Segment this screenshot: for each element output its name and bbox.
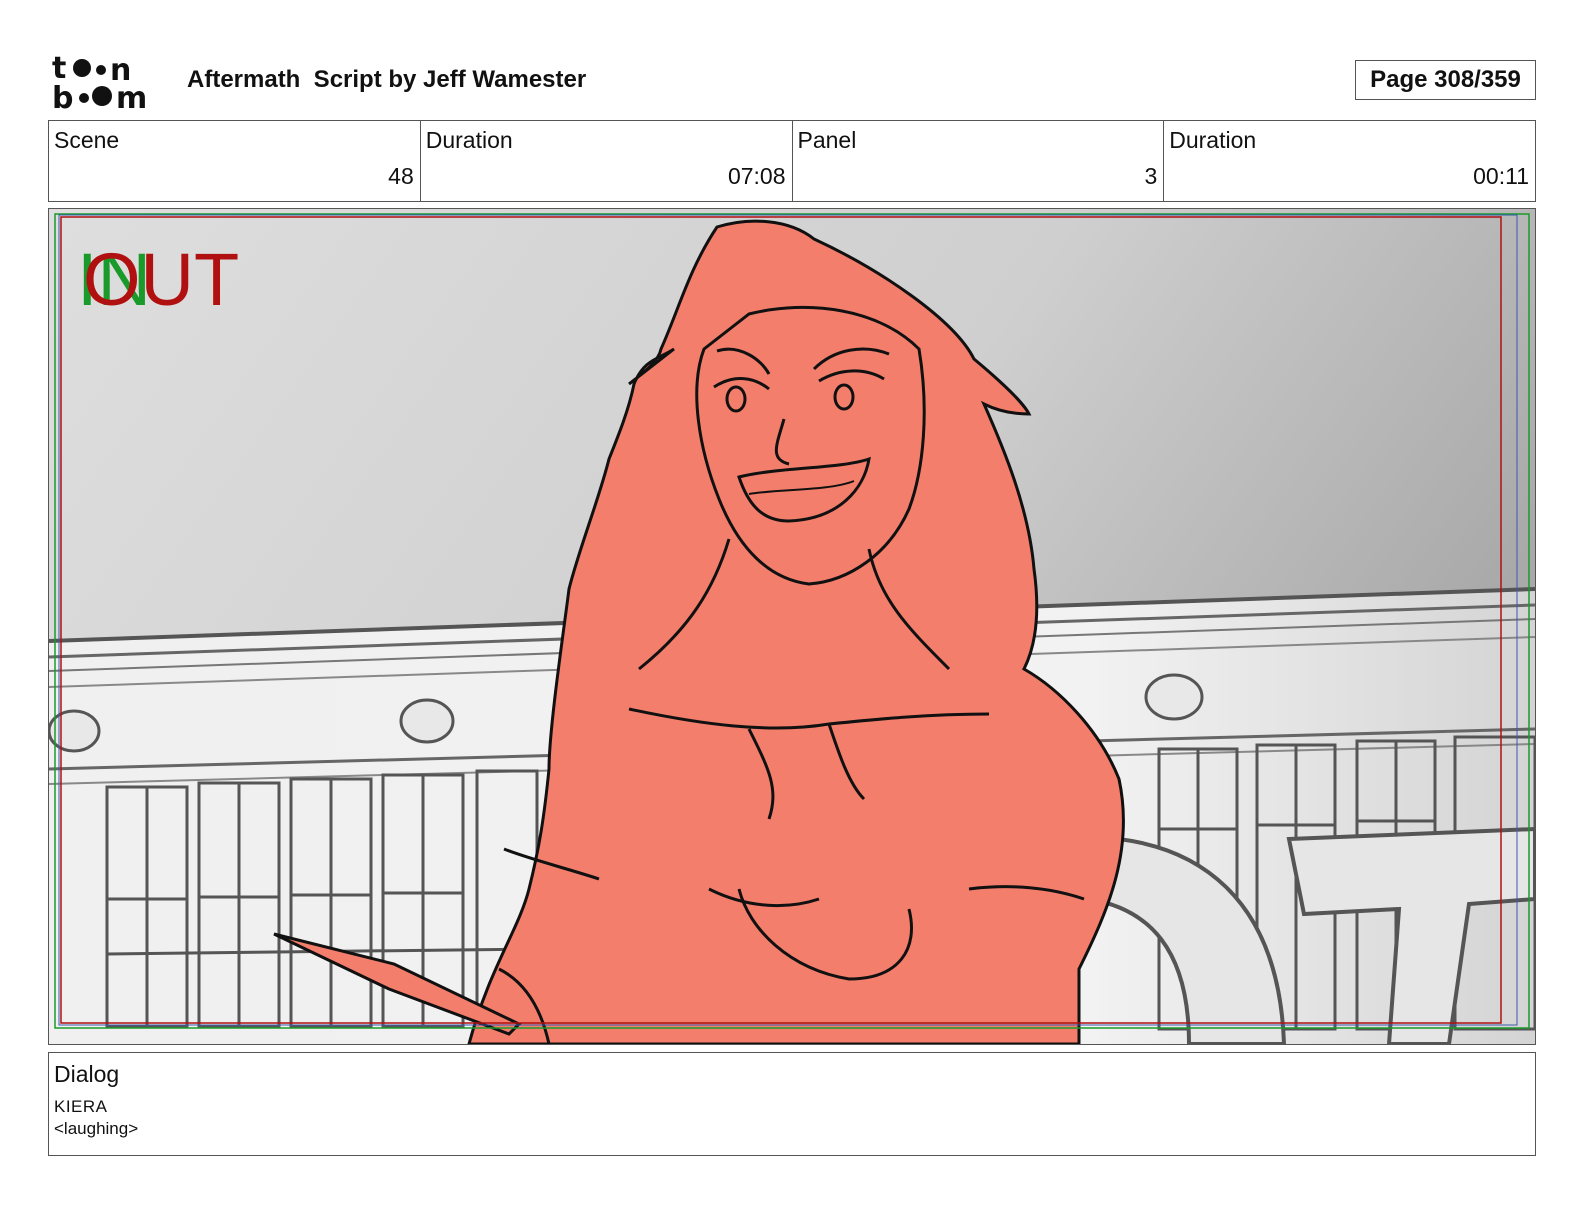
- panel-label: Panel: [797, 127, 857, 153]
- dialog-box: Dialog KIERA <laughing>: [48, 1052, 1536, 1156]
- panel-value: 3: [1144, 163, 1158, 189]
- panel-duration-cell: Duration 00:11: [1164, 121, 1535, 201]
- scene-duration-cell: Duration 07:08: [421, 121, 793, 201]
- panel-duration-value: 00:11: [1473, 163, 1529, 189]
- scene-cell: Scene 48: [49, 121, 421, 201]
- dialog-label: Dialog: [54, 1061, 120, 1087]
- scene-value: 48: [388, 163, 414, 189]
- metadata-table: Scene 48 Duration 07:08 Panel 3 Duration…: [48, 120, 1536, 202]
- panel-cell: Panel 3: [793, 121, 1165, 201]
- out-marker: OUT: [83, 238, 239, 321]
- svg-text:m: m: [116, 81, 147, 112]
- scene-duration-label: Duration: [425, 127, 513, 153]
- page-number: Page 308/359: [1355, 60, 1536, 100]
- toon-boom-logo: t n b m: [52, 51, 164, 116]
- dialog-speaker: KIERA: [54, 1097, 108, 1116]
- panel-duration-label: Duration: [1169, 127, 1257, 153]
- storyboard-panel-image: IN OUT: [48, 208, 1536, 1045]
- document-title: Aftermath Script by Jeff Wamester: [187, 66, 587, 93]
- svg-text:b: b: [52, 81, 73, 112]
- dialog-line: <laughing>: [54, 1119, 139, 1138]
- scene-label: Scene: [54, 127, 120, 153]
- scene-duration-value: 07:08: [727, 163, 786, 189]
